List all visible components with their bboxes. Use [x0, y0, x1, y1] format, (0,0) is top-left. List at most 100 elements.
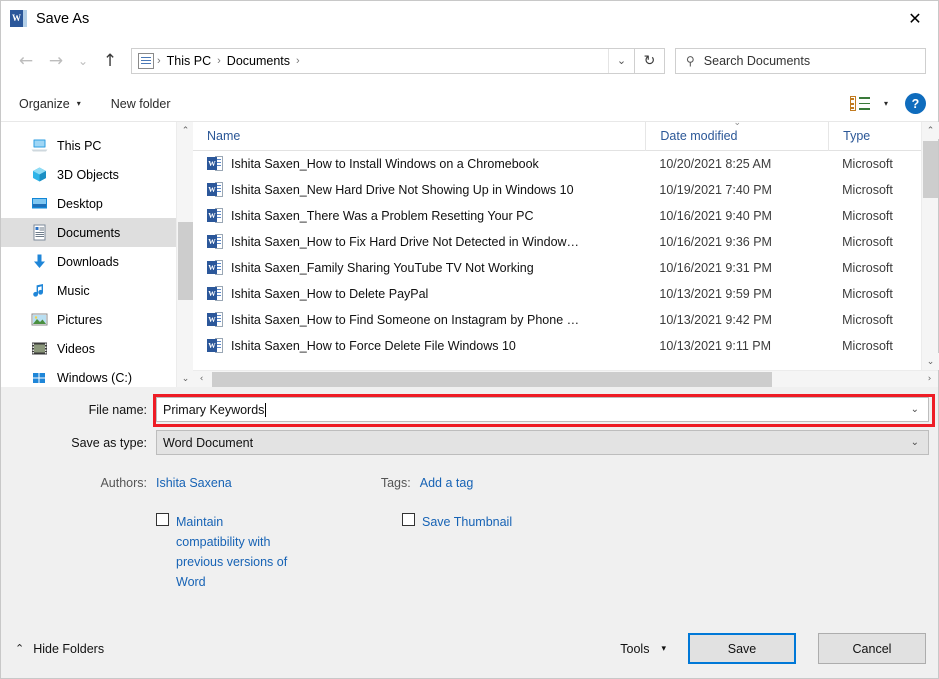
save-as-type-select[interactable]: Word Document ⌄: [156, 430, 929, 455]
command-toolbar: Organize ▾ New folder ▾ ?: [1, 86, 938, 122]
close-icon[interactable]: ✕: [892, 1, 938, 36]
sidebar-item-this-pc[interactable]: This PC: [1, 131, 176, 160]
scroll-right-icon[interactable]: ›: [921, 371, 938, 388]
table-row[interactable]: W Ishita Saxen_How to Fix Hard Drive Not…: [193, 229, 938, 255]
table-row[interactable]: W Ishita Saxen_There Was a Problem Reset…: [193, 203, 938, 229]
word-doc-icon: W: [207, 233, 223, 251]
sidebar-item-videos[interactable]: Videos: [1, 334, 176, 363]
sidebar-item-windows-c[interactable]: Windows (C:): [1, 363, 176, 387]
refresh-icon[interactable]: ↻: [635, 48, 665, 74]
file-date-cell: 10/16/2021 9:31 PM: [659, 261, 772, 275]
navigation-scrollbar[interactable]: ⌃ ⌄: [176, 122, 194, 387]
tools-button[interactable]: Tools ▾: [620, 642, 666, 656]
file-date-cell: 10/13/2021 9:11 PM: [659, 339, 772, 353]
search-input[interactable]: ⚲ Search Documents: [675, 48, 926, 74]
chevron-down-icon: ▾: [661, 643, 666, 654]
file-name-cell: W Ishita Saxen_How to Force Delete File …: [193, 337, 645, 355]
table-row[interactable]: W Ishita Saxen_How to Install Windows on…: [193, 151, 938, 177]
hide-folders-button[interactable]: ⌃ Hide Folders: [15, 642, 104, 656]
maintain-compatibility-option[interactable]: Maintain compatibility with previous ver…: [156, 512, 288, 592]
save-button[interactable]: Save: [688, 633, 796, 664]
sort-descending-icon: ⌄: [733, 121, 742, 128]
sidebar-item-music[interactable]: Music: [1, 276, 176, 305]
scroll-up-icon[interactable]: ⌃: [922, 122, 939, 139]
column-header-name[interactable]: Name: [193, 122, 645, 151]
authors-label: Authors:: [100, 476, 147, 490]
save-thumbnail-option[interactable]: Save Thumbnail: [402, 512, 512, 592]
new-folder-button[interactable]: New folder: [111, 97, 171, 111]
browser-area: This PC 3D Objects Desktop Documents Dow…: [1, 121, 939, 387]
breadcrumb[interactable]: › This PC › Documents › ⌄: [131, 48, 635, 74]
forward-icon[interactable]: →: [41, 46, 71, 76]
table-row[interactable]: W Ishita Saxen_How to Force Delete File …: [193, 333, 938, 359]
chevron-down-icon[interactable]: ⌄: [911, 404, 919, 415]
toolbar-right-group: ▾ ?: [849, 93, 926, 114]
word-doc-icon: W: [207, 155, 223, 173]
breadcrumb-item-this-pc[interactable]: This PC: [162, 54, 216, 68]
sidebar-item-desktop[interactable]: Desktop: [1, 189, 176, 218]
back-icon[interactable]: ←: [11, 46, 41, 76]
help-icon[interactable]: ?: [905, 93, 926, 114]
scrollbar-thumb[interactable]: [178, 222, 193, 300]
table-row[interactable]: W Ishita Saxen_Family Sharing YouTube TV…: [193, 255, 938, 281]
file-date-cell: 10/13/2021 9:42 PM: [659, 313, 772, 327]
file-name-value: Primary Keywords: [163, 402, 265, 417]
hscrollbar-track[interactable]: [210, 371, 921, 388]
table-row[interactable]: W Ishita Saxen_New Hard Drive Not Showin…: [193, 177, 938, 203]
text-caret: [265, 402, 267, 417]
file-list-scrollbar[interactable]: ⌃ ⌄: [921, 122, 939, 387]
file-list-hscrollbar[interactable]: ‹ ›: [193, 370, 938, 387]
title-bar: W Save As ✕: [1, 1, 938, 36]
table-row[interactable]: W Ishita Saxen_How to Find Someone on In…: [193, 307, 938, 333]
table-row[interactable]: W Ishita Saxen_How to Delete PayPal 10/1…: [193, 281, 938, 307]
word-doc-icon: W: [207, 285, 223, 303]
column-headers: Name ⌄ Date modified Type: [193, 121, 938, 151]
scroll-down-icon[interactable]: ⌄: [177, 370, 194, 387]
save-as-dialog: W Save As ✕ ← → ⌄ ↑ › This PC › Document…: [0, 0, 939, 679]
music-icon: [31, 282, 48, 299]
save-thumbnail-checkbox[interactable]: [402, 513, 415, 526]
scroll-up-icon[interactable]: ⌃: [177, 122, 194, 139]
authors-value[interactable]: Ishita Saxena: [156, 476, 232, 490]
breadcrumb-item-documents[interactable]: Documents: [222, 54, 295, 68]
footer-actions: Tools ▾ Save Cancel: [620, 633, 926, 664]
sidebar-item-3d-objects[interactable]: 3D Objects: [1, 160, 176, 189]
up-icon[interactable]: ↑: [95, 46, 125, 76]
word-doc-icon: W: [207, 259, 223, 277]
save-as-type-value: Word Document: [163, 435, 254, 450]
file-name-input[interactable]: Primary Keywords ⌄: [156, 397, 929, 422]
hscrollbar-thumb[interactable]: [212, 371, 772, 387]
sidebar-item-downloads[interactable]: Downloads: [1, 247, 176, 276]
sidebar-item-pictures[interactable]: Pictures: [1, 305, 176, 334]
3d-objects-icon: [31, 166, 48, 183]
add-a-tag-link[interactable]: Add a tag: [420, 476, 474, 490]
maintain-compatibility-checkbox[interactable]: [156, 513, 169, 526]
scroll-down-icon[interactable]: ⌄: [922, 353, 939, 370]
cancel-button[interactable]: Cancel: [818, 633, 926, 664]
new-folder-label: New folder: [110, 96, 171, 111]
view-layout-icon[interactable]: [849, 96, 870, 111]
chevron-up-icon: ⌃: [15, 642, 25, 655]
file-name-cell: W Ishita Saxen_New Hard Drive Not Showin…: [193, 181, 645, 199]
file-name-label: Ishita Saxen_How to Fix Hard Drive Not D…: [231, 235, 580, 249]
file-date-cell: 10/19/2021 7:40 PM: [659, 183, 772, 197]
save-as-type-label: Save as type:: [71, 435, 147, 450]
sidebar-item-documents[interactable]: Documents: [1, 218, 176, 247]
sidebar-item-label: Documents: [57, 225, 121, 240]
sidebar-item-label: This PC: [57, 138, 102, 153]
chevron-down-icon[interactable]: ⌄: [911, 437, 919, 448]
scroll-left-icon[interactable]: ‹: [193, 371, 210, 388]
chevron-down-icon[interactable]: ⌄: [608, 49, 634, 73]
view-chevron-down-icon[interactable]: ▾: [884, 99, 888, 108]
sidebar-item-label: 3D Objects: [57, 167, 119, 182]
column-header-date-modified[interactable]: ⌄ Date modified: [645, 121, 828, 151]
file-name-label: Ishita Saxen_How to Delete PayPal: [231, 287, 429, 301]
sidebar-item-label: Music: [57, 283, 90, 298]
organize-button[interactable]: Organize ▾: [19, 97, 81, 111]
file-date-cell: 10/20/2021 8:25 AM: [659, 157, 772, 171]
maintain-compatibility-label: Maintain compatibility with previous ver…: [176, 515, 288, 589]
file-date-cell: 10/16/2021 9:40 PM: [659, 209, 772, 223]
word-doc-icon: W: [207, 181, 223, 199]
recent-locations-icon[interactable]: ⌄: [71, 46, 95, 76]
scrollbar-thumb[interactable]: [923, 141, 938, 198]
